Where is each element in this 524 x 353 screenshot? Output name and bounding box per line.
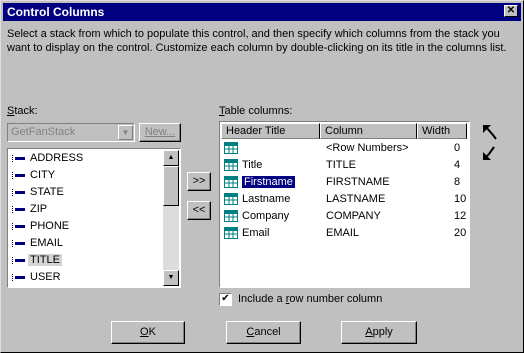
header-title-column-header[interactable]: Header Title: [221, 123, 320, 139]
list-item[interactable]: PHONE: [10, 218, 166, 235]
list-item-label: TITLE: [28, 254, 62, 266]
row-width: 4: [454, 159, 461, 171]
list-item[interactable]: EMAIL: [10, 235, 166, 252]
row-width: 0: [454, 142, 461, 154]
row-column: TITLE: [326, 159, 356, 171]
row-column: FIRSTNAME: [326, 176, 390, 188]
list-item-label: PHONE: [30, 220, 70, 232]
move-down-icon[interactable]: [481, 144, 499, 162]
list-item-label: ZIP: [30, 203, 48, 215]
field-icon: [12, 240, 25, 247]
width-column-header[interactable]: Width: [417, 123, 467, 139]
row-header-title: Email: [242, 227, 270, 239]
table-row[interactable]: Company COMPANY 12: [222, 208, 467, 225]
remove-column-button[interactable]: <<: [187, 201, 211, 220]
field-icon: [12, 274, 25, 281]
control-columns-dialog: Control Columns ✕ Select a stack from wh…: [0, 0, 524, 353]
cancel-button[interactable]: Cancel: [226, 321, 301, 344]
new-stack-button[interactable]: New...: [139, 123, 181, 142]
stack-dropdown-value: GetFanStack: [11, 126, 76, 138]
field-icon: [12, 223, 25, 230]
row-header-title: Company: [242, 210, 290, 222]
list-item[interactable]: USER: [10, 269, 166, 286]
table-row[interactable]: Lastname LASTNAME 10: [222, 191, 467, 208]
scroll-up-icon[interactable]: ▲: [163, 150, 179, 166]
row-header-title: Firstname: [242, 176, 295, 188]
row-width: 10: [454, 193, 467, 205]
table-row[interactable]: Firstname FIRSTNAME 8: [222, 174, 467, 191]
row-column: COMPANY: [326, 210, 381, 222]
list-item[interactable]: CITY: [10, 167, 166, 184]
field-icon: [12, 257, 25, 264]
column-column-header[interactable]: Column: [320, 123, 417, 139]
stack-label: Stack:: [7, 105, 38, 117]
row-column: LASTNAME: [326, 193, 386, 205]
scroll-thumb[interactable]: [163, 166, 179, 206]
row-number-checkbox[interactable]: ✔: [219, 293, 232, 306]
row-column: <Row Numbers>: [326, 142, 409, 154]
ok-button[interactable]: OK: [111, 321, 185, 344]
row-width: 8: [454, 176, 461, 188]
list-item-label: EMAIL: [30, 237, 64, 249]
row-column: EMAIL: [326, 227, 360, 239]
table-columns-list[interactable]: Header Title Column Width <Row Numbers> 0…: [219, 121, 470, 288]
grid-icon: [224, 159, 238, 171]
row-number-checkbox-label[interactable]: Include a row number column: [238, 293, 382, 305]
row-width: 12: [454, 210, 467, 222]
dialog-title: Control Columns: [7, 5, 105, 19]
table-row[interactable]: <Row Numbers> 0: [222, 140, 467, 157]
grid-icon: [224, 142, 238, 154]
list-item[interactable]: STATE: [10, 184, 166, 201]
stack-list-scrollbar[interactable]: ▲ ▼: [163, 150, 179, 286]
list-item-label: ADDRESS: [30, 152, 84, 164]
field-icon: [12, 172, 25, 179]
stack-columns-list[interactable]: USER TITLE EMAIL PHONE ZIP STATE CITY ADDRESS ▲…: [7, 148, 181, 288]
table-row[interactable]: Email EMAIL 20: [222, 225, 467, 242]
list-item-label: CITY: [30, 169, 56, 181]
instructions-text: Select a stack from which to populate th…: [7, 28, 507, 54]
grid-icon: [224, 176, 238, 188]
apply-button[interactable]: Apply: [341, 321, 417, 344]
row-header-title: Title: [242, 159, 263, 171]
field-icon: [12, 206, 25, 213]
table-columns-label: Table columns:: [219, 105, 293, 117]
add-column-button[interactable]: >>: [187, 172, 211, 191]
title-bar: Control Columns ✕: [3, 3, 521, 21]
scroll-down-icon[interactable]: ▼: [163, 270, 179, 286]
row-header-title: Lastname: [242, 193, 291, 205]
list-item-label: STATE: [30, 186, 64, 198]
row-width: 20: [454, 227, 467, 239]
stack-dropdown[interactable]: GetFanStack ▼: [7, 123, 135, 142]
list-item[interactable]: ZIP: [10, 201, 166, 218]
close-icon: ✕: [506, 5, 516, 16]
move-up-icon[interactable]: [481, 123, 499, 141]
list-item-label: USER: [30, 271, 61, 283]
field-icon: [12, 155, 25, 162]
grid-icon: [224, 227, 238, 239]
field-icon: [12, 189, 25, 196]
list-item[interactable]: TITLE: [10, 252, 166, 269]
dropdown-arrow-icon[interactable]: ▼: [118, 125, 133, 140]
grid-icon: [224, 210, 238, 222]
close-button[interactable]: ✕: [504, 5, 518, 17]
grid-icon: [224, 193, 238, 205]
list-item[interactable]: ADDRESS: [10, 150, 166, 167]
table-row[interactable]: Title TITLE 4: [222, 157, 467, 174]
